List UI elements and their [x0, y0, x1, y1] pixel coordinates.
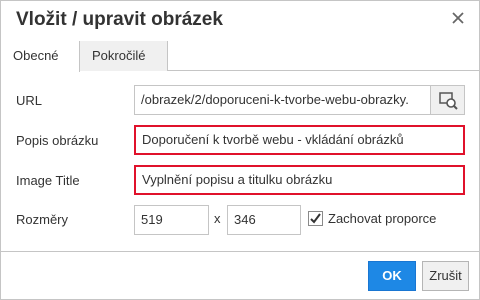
description-input[interactable]: Doporučení k tvorbě webu - vkládání obrá…	[134, 125, 465, 155]
dialog-title: Vložit / upravit obrázek	[16, 9, 223, 30]
close-icon[interactable]	[449, 9, 467, 27]
dimensions-separator: x	[214, 211, 221, 226]
tab-general[interactable]: Obecné	[1, 41, 80, 72]
image-dialog: Vložit / upravit obrázek Obecné Pokročil…	[0, 0, 480, 300]
close-icon-glyph	[452, 12, 464, 24]
constrain-label[interactable]: Zachovat proporce	[328, 211, 436, 226]
url-input[interactable]: /obrazek/2/doporuceni-k-tvorbe-webu-obra…	[134, 85, 431, 115]
image-title-input[interactable]: Vyplnění popisu a titulku obrázku	[134, 165, 465, 195]
dialog-header: Vložit / upravit obrázek	[1, 1, 479, 41]
checkmark-icon	[310, 213, 321, 224]
url-label: URL	[16, 93, 43, 108]
cancel-button[interactable]: Zrušit	[422, 261, 469, 291]
width-input[interactable]: 519	[134, 205, 209, 235]
description-label: Popis obrázku	[16, 133, 99, 148]
image-title-label: Image Title	[16, 173, 80, 188]
browse-button[interactable]	[431, 85, 465, 115]
tab-advanced[interactable]: Pokročilé	[80, 41, 168, 71]
height-input[interactable]: 346	[227, 205, 301, 235]
dimensions-label: Rozměry	[16, 212, 69, 227]
constrain-checkbox[interactable]	[308, 211, 323, 226]
image-search-icon	[439, 92, 458, 110]
ok-button[interactable]: OK	[368, 261, 416, 291]
tab-bar: Obecné Pokročilé	[1, 41, 479, 72]
